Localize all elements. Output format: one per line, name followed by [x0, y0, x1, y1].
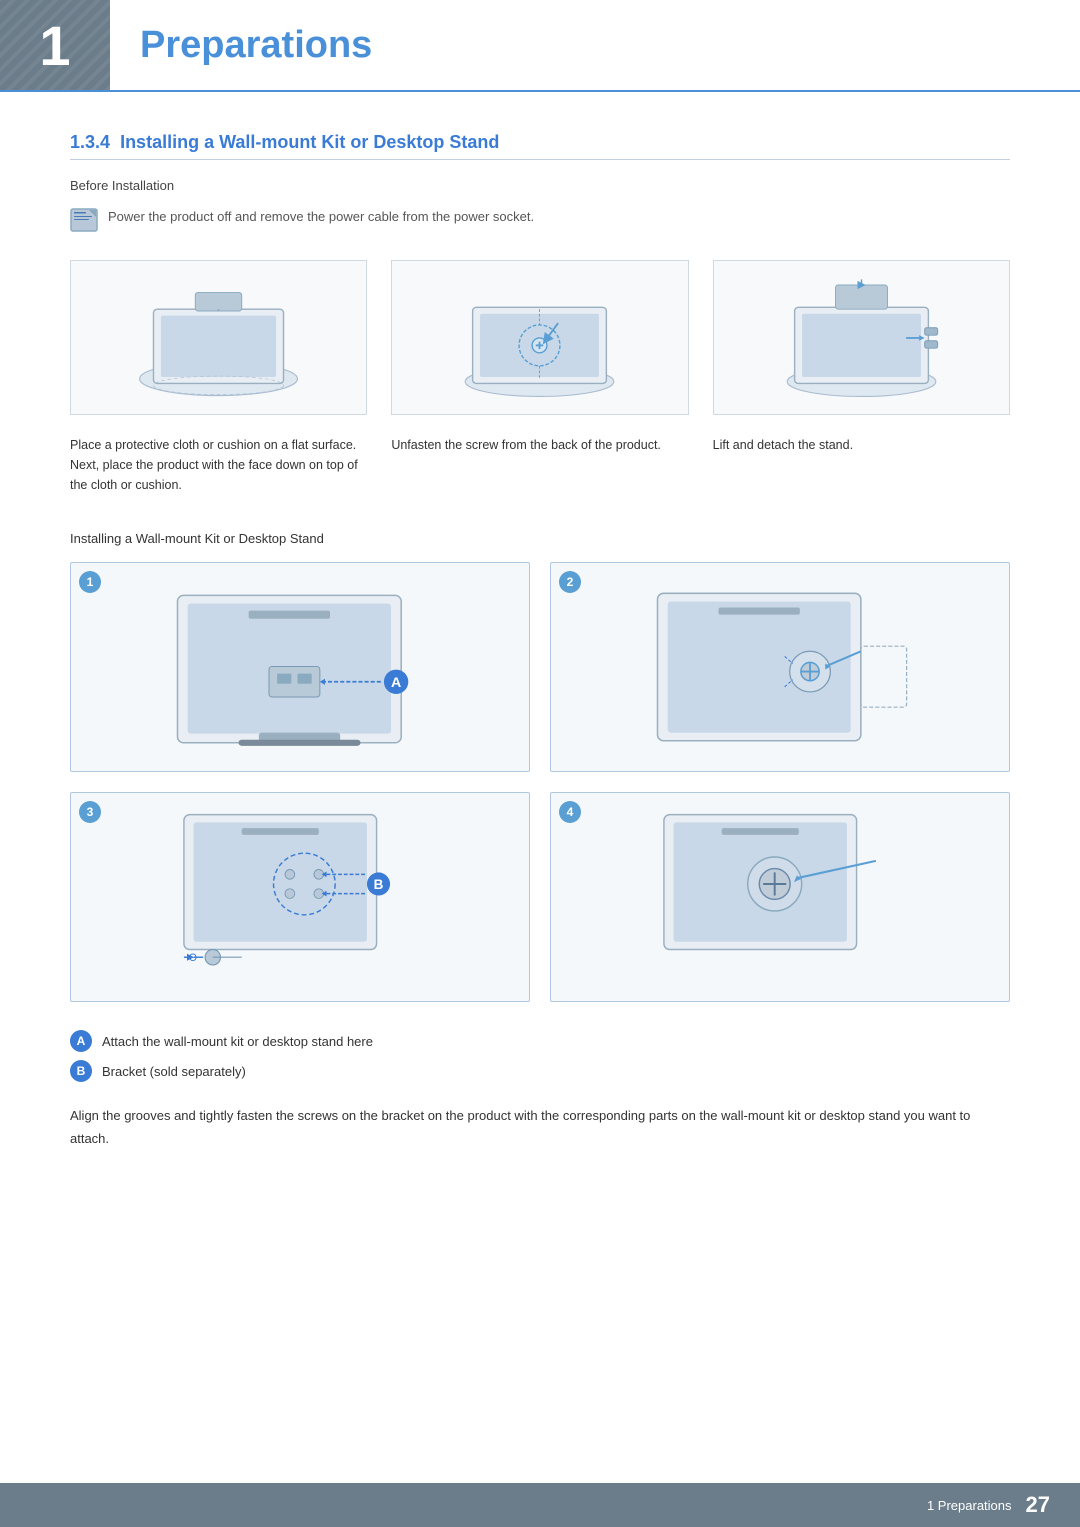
svg-text:B: B — [374, 877, 384, 892]
diagram-num-3: 3 — [79, 801, 101, 823]
three-images-row — [70, 260, 1010, 415]
image-box-3 — [713, 260, 1010, 415]
footer-section-label: 1 Preparations — [927, 1498, 1012, 1513]
before-installation-label: Before Installation — [70, 178, 1010, 193]
diagram-box-2: 2 — [550, 562, 1010, 772]
legend-item-a: A Attach the wall-mount kit or desktop s… — [70, 1030, 1010, 1052]
four-diagrams-grid: 1 A — [70, 562, 1010, 1002]
legend-text-a: Attach the wall-mount kit or desktop sta… — [102, 1034, 373, 1049]
image-box-1 — [70, 260, 367, 415]
diagram-svg-2 — [578, 575, 981, 758]
footer-page-number: 27 — [1026, 1492, 1050, 1518]
legend-row: A Attach the wall-mount kit or desktop s… — [70, 1030, 1010, 1082]
caption-3: Lift and detach the stand. — [713, 435, 1010, 495]
svg-text:O: O — [189, 953, 197, 965]
legend-item-b: B Bracket (sold separately) — [70, 1060, 1010, 1082]
legend-badge-b: B — [70, 1060, 92, 1082]
image-box-2 — [391, 260, 688, 415]
note-icon — [70, 208, 98, 232]
chapter-number: 1 — [0, 0, 110, 90]
bottom-text: Align the grooves and tightly fasten the… — [70, 1104, 1010, 1151]
installing-label: Installing a Wall-mount Kit or Desktop S… — [70, 531, 1010, 546]
caption-row: Place a protective cloth or cushion on a… — [70, 435, 1010, 495]
caption-1: Place a protective cloth or cushion on a… — [70, 435, 367, 495]
diagram-svg-4 — [578, 805, 981, 988]
diagram-num-2: 2 — [559, 571, 581, 593]
main-content: 1.3.4 Installing a Wall-mount Kit or Des… — [0, 132, 1080, 1271]
diagram-svg-1: A — [98, 575, 501, 758]
legend-text-b: Bracket (sold separately) — [102, 1064, 246, 1079]
diagram-num-4: 4 — [559, 801, 581, 823]
diagram-num-1: 1 — [79, 571, 101, 593]
diagram-box-1: 1 A — [70, 562, 530, 772]
section-heading: 1.3.4 Installing a Wall-mount Kit or Des… — [70, 132, 1010, 160]
diagram-screw — [414, 272, 665, 402]
footer: 1 Preparations 27 — [0, 1483, 1080, 1527]
chapter-header: 1 Preparations — [0, 0, 1080, 92]
svg-text:A: A — [391, 675, 401, 691]
diagram-cloth — [93, 272, 344, 402]
note-box: Power the product off and remove the pow… — [70, 207, 1010, 232]
caption-2: Unfasten the screw from the back of the … — [391, 435, 688, 495]
note-text: Power the product off and remove the pow… — [108, 207, 534, 227]
chapter-title: Preparations — [140, 24, 372, 67]
diagram-box-3: 3 B — [70, 792, 530, 1002]
legend-badge-a: A — [70, 1030, 92, 1052]
chapter-title-area: Preparations — [110, 0, 402, 90]
diagram-svg-3: B O — [98, 805, 501, 988]
diagram-detach — [736, 272, 987, 402]
diagram-box-4: 4 — [550, 792, 1010, 1002]
